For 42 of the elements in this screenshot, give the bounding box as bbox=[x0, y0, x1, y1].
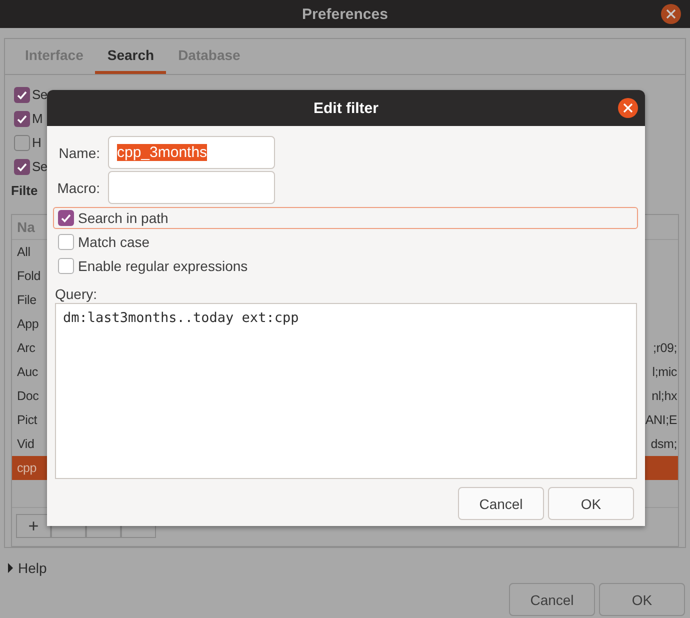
tab[interactable]: Search bbox=[95, 39, 166, 74]
checkbox[interactable] bbox=[58, 258, 74, 274]
query-field[interactable]: dm:last3months..today ext:cpp bbox=[55, 303, 637, 479]
help-expander[interactable]: Help bbox=[18, 560, 47, 576]
check-icon bbox=[16, 160, 28, 173]
close-icon bbox=[623, 103, 633, 113]
caret-right-icon[interactable] bbox=[8, 563, 14, 573]
check-icon bbox=[60, 212, 72, 224]
checkbox[interactable] bbox=[14, 86, 30, 103]
dialog-button[interactable]: Cancel bbox=[509, 583, 595, 616]
close-button[interactable] bbox=[661, 4, 681, 24]
checkbox[interactable] bbox=[58, 234, 74, 250]
option-label: Se bbox=[32, 87, 48, 102]
dialog-title: Edit filter bbox=[313, 100, 378, 116]
dialog-button[interactable]: OK bbox=[599, 583, 685, 616]
section-label: Filte bbox=[11, 182, 38, 198]
checkbox-label: Match case bbox=[78, 234, 150, 250]
checkbox-label: Search in path bbox=[78, 210, 168, 226]
option-label: M bbox=[32, 111, 43, 126]
checkbox[interactable] bbox=[14, 158, 30, 175]
field-label: Macro: bbox=[56, 180, 100, 196]
dialog-button[interactable]: Cancel bbox=[458, 487, 544, 520]
check-icon bbox=[16, 88, 28, 101]
dialog-button[interactable]: OK bbox=[548, 487, 634, 520]
field-label: Query: bbox=[55, 286, 98, 302]
field-label: Name: bbox=[58, 144, 100, 160]
close-button[interactable] bbox=[618, 98, 638, 118]
input-field[interactable]: cpp_3months bbox=[108, 136, 275, 169]
check-icon bbox=[16, 112, 28, 125]
option-label: H bbox=[32, 135, 42, 150]
checkbox-row[interactable]: Match case bbox=[53, 231, 638, 253]
checkbox[interactable] bbox=[14, 110, 30, 127]
close-icon bbox=[666, 9, 676, 19]
window-title: Preferences bbox=[302, 6, 388, 22]
checkbox-row[interactable]: Enable regular expressions bbox=[53, 255, 638, 277]
checkbox-row[interactable]: Search in path bbox=[53, 207, 638, 229]
add-button[interactable]: + bbox=[16, 514, 51, 538]
option-label: Se bbox=[32, 159, 48, 174]
checkbox-label: Enable regular expressions bbox=[78, 258, 248, 274]
checkbox[interactable] bbox=[58, 210, 74, 226]
input-field[interactable] bbox=[108, 171, 275, 204]
checkbox[interactable] bbox=[14, 134, 30, 151]
